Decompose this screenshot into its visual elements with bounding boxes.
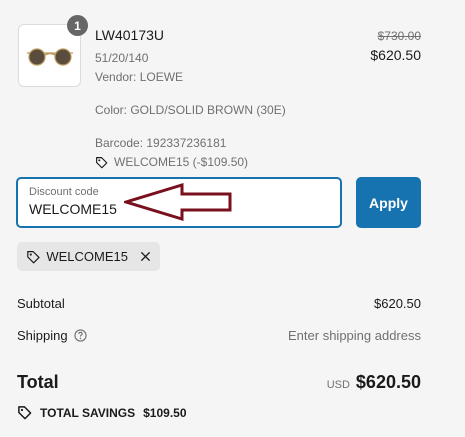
product-barcode: Barcode: 192337236181 xyxy=(95,136,227,150)
shipping-label-group: Shipping xyxy=(17,328,87,343)
subtotal-value: $620.50 xyxy=(374,296,421,311)
discount-code-label: Discount code xyxy=(29,186,99,198)
sunglasses-image xyxy=(26,47,73,66)
quantity-badge: 1 xyxy=(67,15,88,36)
apply-button[interactable]: Apply xyxy=(356,177,421,228)
product-price: $730.00 $620.50 xyxy=(370,27,421,65)
tag-icon xyxy=(96,157,108,169)
subtotal-row: Subtotal $620.50 xyxy=(17,296,421,311)
product-size: 51/20/140 xyxy=(95,51,149,65)
product-vendor: Vendor: LOEWE xyxy=(95,70,184,84)
compare-at-price: $730.00 xyxy=(377,29,421,43)
discount-code-input[interactable] xyxy=(29,201,129,217)
tag-icon xyxy=(18,406,32,420)
tag-icon xyxy=(27,250,40,263)
product-info: LW40173U 51/20/140 Vendor: LOEWE Color: … xyxy=(95,27,286,172)
subtotal-label: Subtotal xyxy=(17,296,65,311)
applied-discount-code: WELCOME15 xyxy=(46,249,128,264)
remove-discount-button[interactable] xyxy=(140,251,151,262)
savings-label: TOTAL SAVINGS xyxy=(40,405,136,420)
currency-code: USD xyxy=(326,379,350,391)
product-discount-text: WELCOME15 (-$109.50) xyxy=(114,155,249,169)
savings-value: $109.50 xyxy=(143,405,187,420)
total-label: Total xyxy=(17,372,59,392)
product-color: Color: GOLD/SOLID BROWN (30E) xyxy=(95,103,286,117)
close-icon xyxy=(140,251,151,262)
product-name: LW40173U xyxy=(95,27,165,43)
help-icon[interactable] xyxy=(73,329,87,342)
sale-price: $620.50 xyxy=(370,47,421,63)
annotation-arrow-icon xyxy=(124,182,232,222)
applied-discount-chip: WELCOME15 xyxy=(17,242,160,271)
shipping-row: Shipping Enter shipping address xyxy=(17,328,421,343)
total-savings: TOTAL SAVINGS $109.50 xyxy=(17,405,187,420)
shipping-label: Shipping xyxy=(17,328,68,343)
shipping-value: Enter shipping address xyxy=(288,328,421,343)
total-amount-group: USD $620.50 xyxy=(327,372,421,393)
product-discount-line: WELCOME15 (-$109.50) xyxy=(95,153,286,172)
total-value: $620.50 xyxy=(355,372,421,392)
total-row: Total USD $620.50 xyxy=(17,372,421,393)
